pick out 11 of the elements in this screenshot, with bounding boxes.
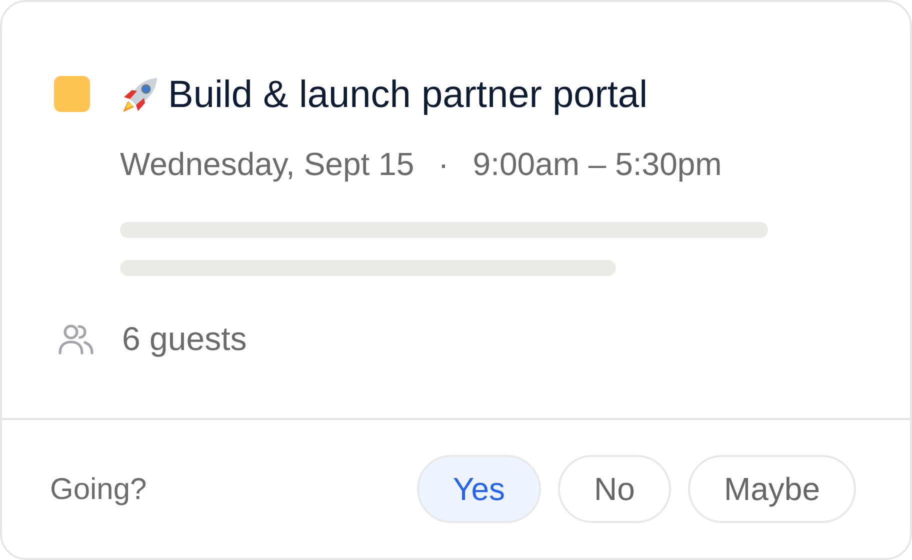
- event-date: Wednesday, Sept 15: [120, 145, 414, 184]
- rsvp-option-button[interactable]: Maybe: [688, 455, 856, 523]
- rsvp-prompt: Going?: [50, 472, 147, 508]
- guest-count: 6 guests: [122, 319, 247, 359]
- rsvp-option-button[interactable]: No: [558, 455, 671, 523]
- event-title: Build & launch partner portal: [168, 73, 648, 118]
- rsvp-option-button[interactable]: Yes: [416, 455, 542, 523]
- people-icon: [58, 322, 94, 355]
- event-time: 9:00am – 5:30pm: [472, 145, 722, 184]
- rocket-icon: [120, 75, 160, 115]
- separator-dot: ·: [438, 145, 449, 184]
